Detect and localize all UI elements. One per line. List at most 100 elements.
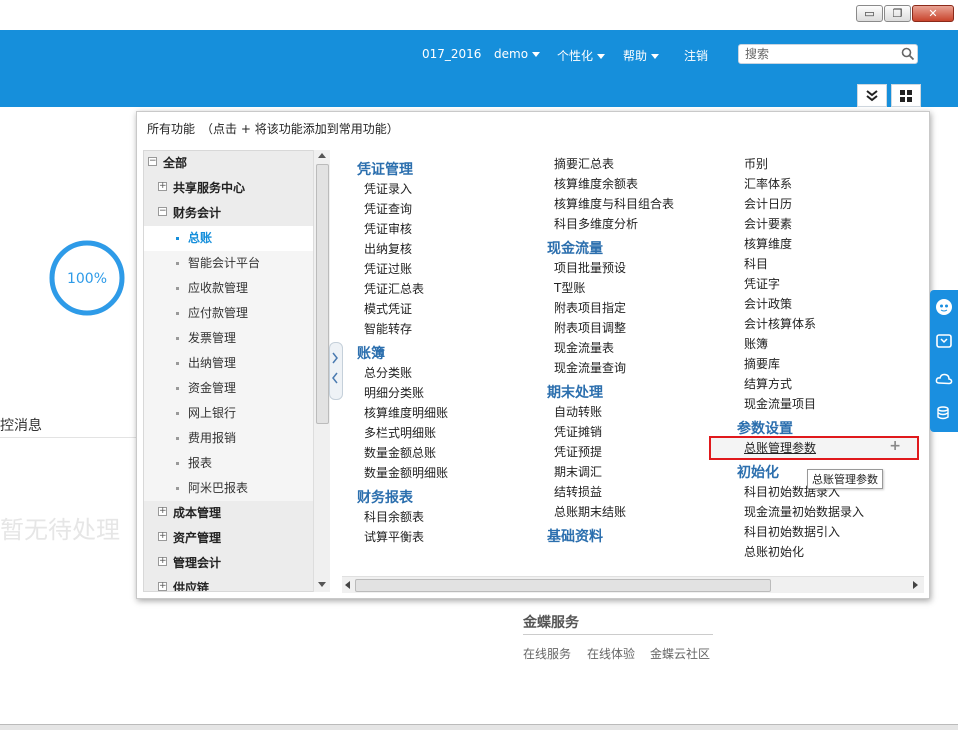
function-link[interactable]: 币别 xyxy=(744,155,768,172)
function-link[interactable]: 凭证审核 xyxy=(364,220,412,237)
function-link[interactable]: 模式凭证 xyxy=(364,300,412,317)
window-titlebar xyxy=(0,0,958,30)
progress-text: 100% xyxy=(67,271,107,287)
account-label[interactable]: 017_2016 xyxy=(422,47,481,61)
function-link[interactable]: 会计政策 xyxy=(744,295,792,312)
cloud-icon[interactable] xyxy=(935,370,953,388)
tooltip: 总账管理参数 xyxy=(807,469,883,489)
function-link[interactable]: 试算平衡表 xyxy=(364,528,424,545)
database-icon[interactable] xyxy=(935,405,953,423)
function-link[interactable]: 结算方式 xyxy=(744,375,792,392)
function-link[interactable]: 期末调汇 xyxy=(554,463,602,480)
function-link[interactable]: 出纳复核 xyxy=(364,240,412,257)
scroll-right-arrow[interactable] xyxy=(913,581,918,589)
section-header: 基础资料 xyxy=(547,529,603,545)
chat-icon[interactable] xyxy=(935,333,953,351)
function-link[interactable]: 附表项目调整 xyxy=(554,319,626,336)
expand-icon[interactable]: + xyxy=(158,582,167,591)
function-columns: 凭证管理 凭证录入 凭证查询 凭证审核 出纳复核 凭证过账 凭证汇总表 模式凭证 智能转存 账簿总… xyxy=(137,112,929,582)
ledger-params-link[interactable]: 总账管理参数 xyxy=(744,439,816,456)
function-link[interactable]: 会计要素 xyxy=(744,215,792,232)
function-link[interactable]: 核算维度与科目组合表 xyxy=(554,195,674,212)
function-link[interactable]: 科目初始数据引入 xyxy=(744,523,840,540)
help-label: 帮助 xyxy=(623,49,648,63)
function-link[interactable]: 智能转存 xyxy=(364,320,412,337)
all-functions-button[interactable] xyxy=(891,84,921,107)
progress-ring-graphic: 100% xyxy=(49,240,125,316)
top-header xyxy=(0,30,958,107)
chevron-down-icon xyxy=(597,54,606,59)
function-link[interactable]: 账簿 xyxy=(744,335,768,352)
function-link[interactable]: 总账初始化 xyxy=(744,543,804,560)
scroll-left-arrow[interactable] xyxy=(345,581,350,589)
online-trial-link[interactable]: 在线体验 xyxy=(587,645,635,662)
search-icon[interactable] xyxy=(901,47,915,61)
service-divider xyxy=(523,634,713,635)
help-menu[interactable]: 帮助 xyxy=(623,47,660,64)
scroll-down-arrow[interactable] xyxy=(318,582,326,587)
function-link[interactable]: 科目多维度分析 xyxy=(554,215,638,232)
function-link[interactable]: 科目余额表 xyxy=(364,508,424,525)
function-link[interactable]: 数量金额总账 xyxy=(364,444,436,461)
function-link[interactable]: 会计核算体系 xyxy=(744,315,816,332)
personalize-menu[interactable]: 个性化 xyxy=(557,47,606,64)
function-link[interactable]: 现金流量初始数据录入 xyxy=(744,503,864,520)
function-link[interactable]: 会计日历 xyxy=(744,195,792,212)
function-link[interactable]: 现金流量查询 xyxy=(554,359,626,376)
minimize-button[interactable]: ▭ xyxy=(856,5,883,22)
function-link[interactable]: 摘要汇总表 xyxy=(554,155,614,172)
search-input[interactable] xyxy=(739,45,895,63)
search-box[interactable] xyxy=(738,44,918,64)
section-header: 参数设置 xyxy=(737,421,793,437)
function-link[interactable]: 现金流量项目 xyxy=(744,395,816,412)
function-link[interactable]: 现金流量表 xyxy=(554,339,614,356)
logout-link[interactable]: 注销 xyxy=(684,47,708,64)
horizontal-scrollbar[interactable] xyxy=(342,576,924,593)
function-link[interactable]: 凭证查询 xyxy=(364,200,412,217)
function-link[interactable]: 总账期末结账 xyxy=(554,503,626,520)
function-link[interactable]: 结转损益 xyxy=(554,483,602,500)
function-link[interactable]: 凭证汇总表 xyxy=(364,280,424,297)
function-link[interactable]: T型账 xyxy=(554,279,585,296)
function-link[interactable]: 多栏式明细账 xyxy=(364,424,436,441)
function-link[interactable]: 科目 xyxy=(744,255,768,272)
bottom-edge xyxy=(0,724,958,730)
online-service-link[interactable]: 在线服务 xyxy=(523,645,571,662)
function-link[interactable]: 核算维度余额表 xyxy=(554,175,638,192)
grid-icon xyxy=(900,90,912,102)
function-link[interactable]: 附表项目指定 xyxy=(554,299,626,316)
user-name: demo xyxy=(494,47,529,61)
restore-button[interactable]: ❐ xyxy=(884,5,911,22)
close-button[interactable]: ✕ xyxy=(912,5,954,22)
function-link[interactable]: 自动转账 xyxy=(554,403,602,420)
function-link[interactable]: 摘要库 xyxy=(744,355,780,372)
function-link[interactable]: 凭证过账 xyxy=(364,260,412,277)
control-message-label: 控消息 xyxy=(0,418,42,434)
function-link[interactable]: 总分类账 xyxy=(364,364,412,381)
function-link[interactable]: 项目批量预设 xyxy=(554,259,626,276)
chevron-down-icon xyxy=(651,54,660,59)
function-link[interactable]: 汇率体系 xyxy=(744,175,792,192)
hscroll-thumb[interactable] xyxy=(355,579,771,592)
personalize-label: 个性化 xyxy=(557,49,594,63)
section-header: 初始化 xyxy=(737,465,779,481)
empty-placeholder-text: 暂无待处理 xyxy=(0,516,120,544)
collapse-menu-button[interactable] xyxy=(857,84,887,107)
section-header: 财务报表 xyxy=(357,490,413,506)
service-title: 金蝶服务 xyxy=(523,615,579,631)
function-link[interactable]: 凭证预提 xyxy=(554,443,602,460)
function-link[interactable]: 数量金额明细账 xyxy=(364,464,448,481)
function-link[interactable]: 明细分类账 xyxy=(364,384,424,401)
all-functions-panel: 所有功能 （点击 + 将该功能添加到常用功能） − 全部 + 共享服务中心 − 财务会计 总账… xyxy=(136,111,930,599)
chevron-down-icon xyxy=(532,52,541,57)
function-link[interactable]: 凭证摊销 xyxy=(554,423,602,440)
user-menu[interactable]: demo xyxy=(494,47,541,61)
function-link[interactable]: 核算维度明细账 xyxy=(364,404,448,421)
kingdee-community-link[interactable]: 金蝶云社区 xyxy=(650,645,710,662)
function-link[interactable]: 凭证录入 xyxy=(364,180,412,197)
function-link[interactable]: 凭证字 xyxy=(744,275,780,292)
function-link[interactable]: 核算维度 xyxy=(744,235,792,252)
section-header: 期末处理 xyxy=(547,385,603,401)
right-floating-toolbar xyxy=(930,290,958,432)
assistant-avatar-icon[interactable] xyxy=(935,298,953,316)
